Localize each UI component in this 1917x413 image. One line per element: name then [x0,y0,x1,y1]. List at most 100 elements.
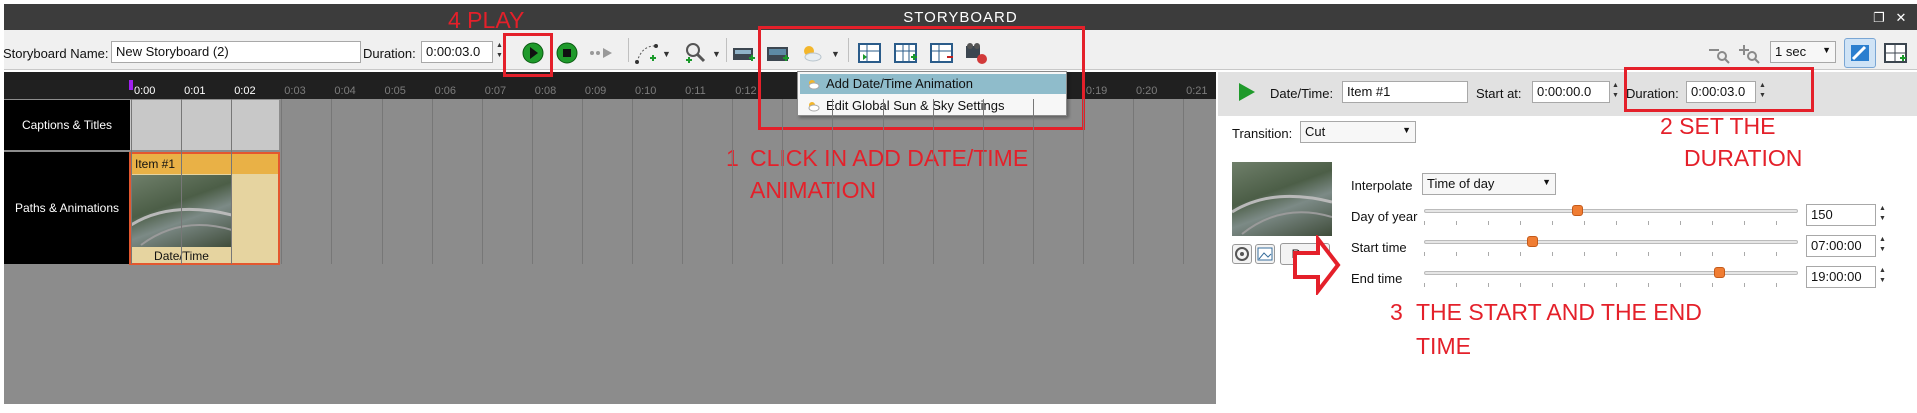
annotation-box-duration [1624,67,1814,112]
timeline-gridline [882,99,884,264]
ruler-tick-label: 0:12 [735,85,757,97]
timeline-gridline [581,99,583,264]
timeline-gridline [832,99,834,264]
zoom-in-button[interactable] [1736,40,1762,66]
track-header-paths: Paths & Animations [4,152,130,264]
start-at-label: Start at: [1476,86,1522,101]
timeline-gridline [181,99,183,264]
day-of-year-slider[interactable] [1424,209,1798,213]
day-of-year-ticks [1424,221,1798,225]
step-button[interactable] [588,40,614,66]
transition-label: Transition: [1232,126,1293,141]
path-icon [635,44,658,64]
ruler-tick-label: 0:08 [534,85,557,97]
day-of-year-slider-thumb[interactable] [1572,205,1584,216]
pin-icon [1851,45,1869,61]
ruler-tick-label: 0:09 [584,85,607,97]
transition-value: Cut [1305,124,1326,139]
target-button[interactable] [1232,244,1252,264]
ruler-tick-label: 0:20 [1136,85,1158,97]
annotation-step2-line2: DURATION [1684,145,1803,171]
zoom-button[interactable] [682,40,708,66]
inspector-play-button[interactable] [1236,80,1258,107]
start-time-slider[interactable] [1424,240,1798,244]
timeline-gridline [1032,99,1034,264]
timeline-gridline [932,99,934,264]
timeline-gridline [632,99,633,264]
storyboard-name-label: Storyboard Name: [3,46,109,61]
day-of-year-input[interactable]: 150 [1806,204,1876,226]
timeline-gridline [431,99,433,264]
pin-button[interactable] [1844,38,1876,68]
datetime-label: Date/Time: [1270,86,1334,101]
restore-icon[interactable]: ❐ [1871,10,1887,26]
add-camera-button[interactable] [730,40,756,66]
annotation-step1-line1: CLICK IN ADD DATE/TIME [750,145,1029,171]
stop-button[interactable] [554,40,580,66]
start-at-input[interactable]: 0:00:00.0 [1532,81,1610,103]
image-icon [1257,247,1273,261]
image-button[interactable] [1255,244,1275,264]
zoom-icon [686,43,706,63]
playhead-marker[interactable] [129,80,133,90]
window-title: STORYBOARD [903,9,1018,26]
timeline-gridline [281,99,283,264]
toolbar-separator [628,38,629,62]
storyboard-name-input[interactable]: New Storyboard (2) [111,41,361,63]
end-time-input[interactable]: 19:00:00 [1806,266,1876,288]
timeline-item[interactable]: Item #1 Date/Time [129,152,280,265]
captions-track-active-range[interactable] [130,100,279,150]
end-time-slider[interactable] [1424,271,1798,275]
timeline-gridline [331,99,333,264]
end-time-spinner[interactable]: ▲ ▼ [1877,266,1888,288]
ruler-tick-label: 0:02 [234,85,256,97]
transition-select[interactable]: Cut ▼ [1300,121,1416,143]
timeline-gridline [982,99,984,264]
timeline-gridline [1082,99,1084,264]
toolbar-separator [726,38,727,62]
track-header-captions: Captions & Titles [4,100,130,150]
ruler-tick-label: 0:05 [384,85,406,97]
annotation-box-menu [758,26,1085,130]
timeline-gridline [732,99,734,264]
interpolate-select[interactable]: Time of day ▼ [1422,173,1556,195]
timeline-gridline [381,99,383,264]
grid-button[interactable] [1882,40,1908,66]
start-time-input[interactable]: 07:00:00 [1806,235,1876,257]
path-dropdown-arrow[interactable]: ▼ [662,49,671,59]
play-icon [1239,83,1255,101]
start-time-slider-thumb[interactable] [1527,236,1539,247]
zoom-in-icon [1739,45,1760,64]
time-step-value: 1 sec [1775,44,1807,59]
timeline-item-title: Item #1 [131,154,278,174]
start-time-label: Start time [1351,240,1407,255]
ruler-tick-label: 0:19 [1085,85,1108,97]
duration-label: Duration: [363,46,416,61]
stop-icon [556,42,578,64]
start-at-spinner[interactable]: ▲ ▼ [1610,81,1621,103]
duration-input[interactable]: 0:00:03.0 [421,41,493,63]
zoom-dropdown-arrow[interactable]: ▼ [712,49,721,59]
timeline-gridline [481,99,483,264]
target-icon [1235,247,1249,261]
timeline-gridline [1133,99,1134,264]
timeline-gridline [131,99,132,264]
zoom-out-button[interactable] [1706,40,1732,66]
timeline-gridline [231,99,233,264]
datetime-name-input[interactable]: Item #1 [1342,81,1468,103]
end-time-slider-thumb[interactable] [1714,267,1726,278]
annotation-step3-line2: TIME [1416,333,1471,359]
timeline-gridline [531,99,533,264]
time-step-select[interactable]: 1 sec ▼ [1770,41,1836,63]
path-button[interactable] [634,40,660,66]
start-time-ticks [1424,252,1798,256]
start-time-spinner[interactable]: ▲ ▼ [1877,235,1888,257]
close-icon[interactable]: ✕ [1893,10,1909,26]
ruler-tick-label: 0:21 [1186,85,1208,97]
interpolate-value: Time of day [1427,176,1495,191]
day-of-year-spinner[interactable]: ▲ ▼ [1877,204,1888,226]
end-time-label: End time [1351,271,1403,286]
ruler-tick-label: 0:00 [134,85,156,97]
ruler-tick-label: 0:04 [334,85,356,97]
annotation-arrow-icon [1292,233,1342,298]
